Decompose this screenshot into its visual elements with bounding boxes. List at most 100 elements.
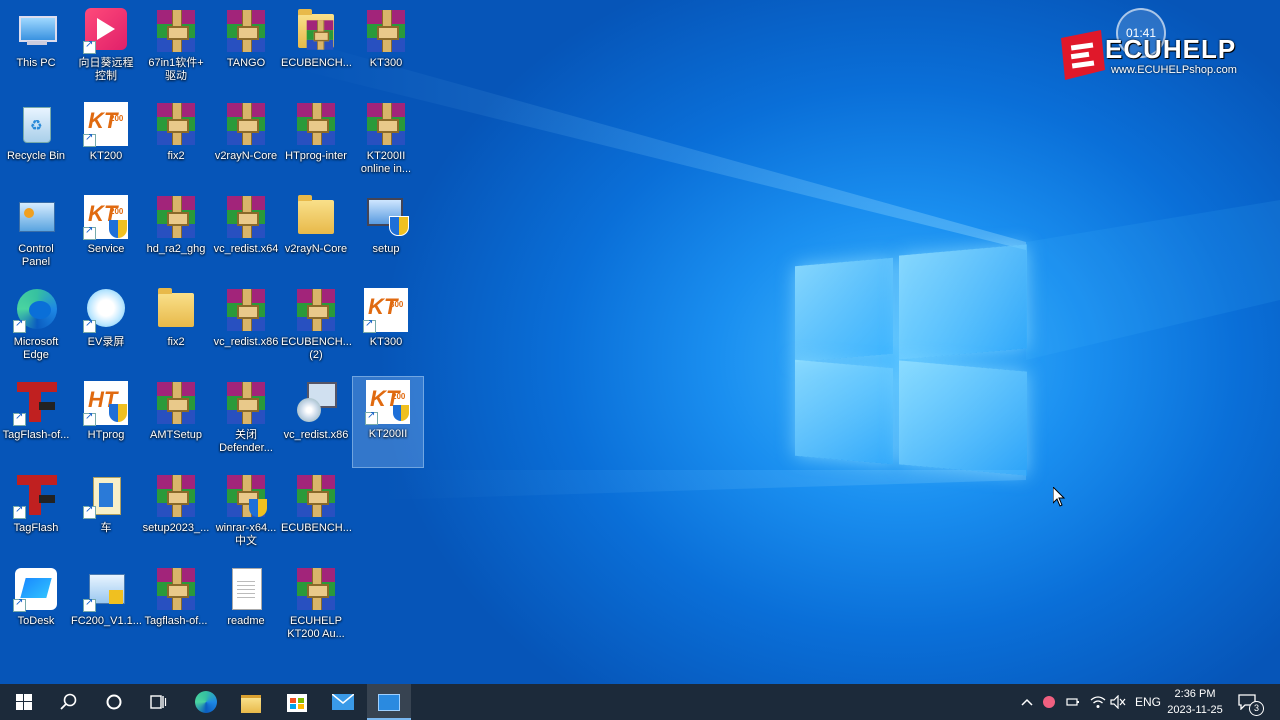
desktop-icon-kt200[interactable]: KT200 KT200 [71, 99, 141, 189]
taskbar-edge[interactable] [184, 684, 228, 720]
winrar-archive-icon [153, 473, 199, 519]
desktop-icon-setup[interactable]: setup [351, 192, 421, 282]
icon-label: Microsoft Edge [13, 336, 59, 361]
icon-label: ECUHELP KT200 Au... [287, 615, 345, 640]
desktop-icon-vc-redist-x86-installer[interactable]: vc_redist.x86 [281, 378, 351, 468]
taskbar-mail[interactable] [321, 684, 365, 720]
icon-label: setup [372, 243, 400, 255]
windows-logo [795, 242, 1027, 480]
input-language[interactable]: ENG [1135, 684, 1161, 720]
edge-icon [13, 287, 59, 333]
volume-muted-icon [1110, 694, 1126, 710]
desktop-icon-vc-redist-x64[interactable]: vc_redist.x64 [211, 192, 281, 282]
desktop-icon-ecubench-3[interactable]: ECUBENCH... [281, 471, 352, 561]
cortana-button[interactable] [92, 684, 136, 720]
taskbar-clock[interactable]: 2:36 PM 2023-11-25 [1160, 686, 1230, 718]
htprog-icon: HT [83, 380, 129, 426]
icon-label: This PC [16, 57, 56, 69]
desktop-icon-sunlogin[interactable]: 向日葵远程 控制 [71, 6, 141, 96]
icon-label: fix2 [167, 336, 185, 348]
task-view-button[interactable] [136, 684, 180, 720]
desktop-icon-htprog[interactable]: HT HTprog [71, 378, 141, 468]
desktop-icon-ecubench-archive[interactable]: ECUBENCH... [281, 6, 352, 96]
desktop-icon-ev-recorder[interactable]: EV录屏 [71, 285, 141, 375]
winrar-archive-icon [153, 8, 199, 54]
desktop-icon-vc-redist-x86-archive[interactable]: vc_redist.x86 [211, 285, 281, 375]
winrar-archive-icon [153, 194, 199, 240]
winrar-installer-icon [223, 473, 269, 519]
icon-label: 67in1软件+ 驱动 [148, 57, 204, 82]
tray-network[interactable] [1090, 684, 1106, 720]
winrar-archive-icon [293, 8, 339, 54]
tray-volume[interactable] [1110, 684, 1126, 720]
icon-label: vc_redist.x86 [283, 429, 349, 441]
installer-disc-icon [293, 380, 339, 426]
desktop-icon-fix2-archive[interactable]: fix2 [141, 99, 211, 189]
desktop-icon-hd-ra2[interactable]: hd_ra2_ghg [141, 192, 211, 282]
desktop-icon-ecuhelp-kt200[interactable]: ECUHELP KT200 Au... [281, 564, 351, 654]
desktop-icon-tagflash-of[interactable]: TagFlash-of... [1, 378, 71, 468]
todesk-icon [13, 566, 59, 612]
desktop-icon-kt200ii-online[interactable]: KT200II online in... [351, 99, 421, 189]
tray-battery[interactable] [1066, 684, 1080, 720]
icon-label: KT200 [89, 150, 123, 162]
desktop-icon-v2rayn-folder[interactable]: v2rayN-Core [281, 192, 351, 282]
desktop-icon-service[interactable]: KT200 Service [71, 192, 141, 282]
search-button[interactable] [47, 684, 91, 720]
desktop-icon-close-defender[interactable]: 关闭 Defender... [211, 378, 281, 468]
desktop-icon-ecubench-2[interactable]: ECUBENCH... (2) [281, 285, 352, 375]
wifi-icon [1090, 696, 1106, 708]
desktop-icon-kt200ii[interactable]: KT200 KT200II [352, 376, 424, 468]
desktop-icon-amtsetup[interactable]: AMTSetup [141, 378, 211, 468]
winrar-archive-icon [363, 8, 409, 54]
desktop-icon-fix2-folder[interactable]: fix2 [141, 285, 211, 375]
desktop[interactable]: This PC ♻ Recycle Bin Control Panel Micr… [0, 0, 1280, 684]
winrar-archive-icon [223, 101, 269, 147]
desktop-icon-control-panel[interactable]: Control Panel [1, 192, 71, 282]
desktop-icon-this-pc[interactable]: This PC [1, 6, 71, 96]
start-button[interactable] [2, 684, 46, 720]
icon-label: 车 [100, 522, 112, 534]
desktop-icon-setup2023[interactable]: setup2023_... [141, 471, 211, 561]
desktop-icon-car[interactable]: 车 [71, 471, 141, 561]
desktop-icon-edge[interactable]: Microsoft Edge [1, 285, 71, 375]
cortana-circle-icon [106, 694, 122, 710]
action-center-button[interactable]: 3 [1238, 684, 1268, 720]
sunlogin-icon [83, 8, 129, 54]
desktop-icon-tagflash[interactable]: TagFlash [1, 471, 71, 561]
desktop-icon-winrar-x64[interactable]: winrar-x64... 中文 [211, 471, 281, 561]
show-hidden-icons[interactable] [1020, 684, 1034, 720]
desktop-icon-todesk[interactable]: ToDesk [1, 564, 71, 654]
winrar-archive-icon [153, 566, 199, 612]
taskbar-store[interactable] [275, 684, 319, 720]
desktop-icon-v2rayn-archive[interactable]: v2rayN-Core [211, 99, 281, 189]
desktop-icon-htprog-inter[interactable]: HTprog-inter [281, 99, 351, 189]
icon-label: ECUBENCH... (2) [281, 336, 352, 361]
desktop-icon-readme[interactable]: readme [211, 564, 281, 654]
icon-label: KT300 [369, 57, 403, 69]
icon-label: v2rayN-Core [284, 243, 348, 255]
desktop-icon-kt300[interactable]: KT300 KT300 [351, 285, 421, 375]
desktop-icon-67in1[interactable]: 67in1软件+ 驱动 [141, 6, 211, 96]
winrar-archive-icon [223, 194, 269, 240]
taskbar-file-explorer[interactable] [229, 684, 273, 720]
desktop-icon-tango[interactable]: TANGO [211, 6, 281, 96]
icon-label: ECUBENCH... [281, 57, 352, 69]
clock-time: 2:36 PM [1174, 688, 1216, 700]
icon-label: Tagflash-of... [144, 615, 208, 627]
icon-label: TagFlash [13, 522, 59, 534]
task-view-icon [150, 695, 167, 709]
desktop-icon-kt300-archive[interactable]: KT300 [351, 6, 421, 96]
taskbar-active-app[interactable] [367, 684, 411, 720]
desktop-icon-recycle-bin[interactable]: ♻ Recycle Bin [1, 99, 71, 189]
brand-name: ECUHELP [1105, 34, 1237, 64]
app-window-icon [378, 694, 400, 711]
desktop-icon-fc200[interactable]: FC200_V1.1... [71, 564, 142, 654]
control-panel-icon [13, 194, 59, 240]
winrar-archive-icon [153, 101, 199, 147]
winrar-archive-icon [293, 287, 339, 333]
icon-label: setup2023_... [142, 522, 210, 534]
desktop-icon-tagflash-of-archive[interactable]: Tagflash-of... [141, 564, 211, 654]
windows-start-icon [16, 694, 32, 710]
tray-app-icon[interactable] [1043, 684, 1055, 720]
